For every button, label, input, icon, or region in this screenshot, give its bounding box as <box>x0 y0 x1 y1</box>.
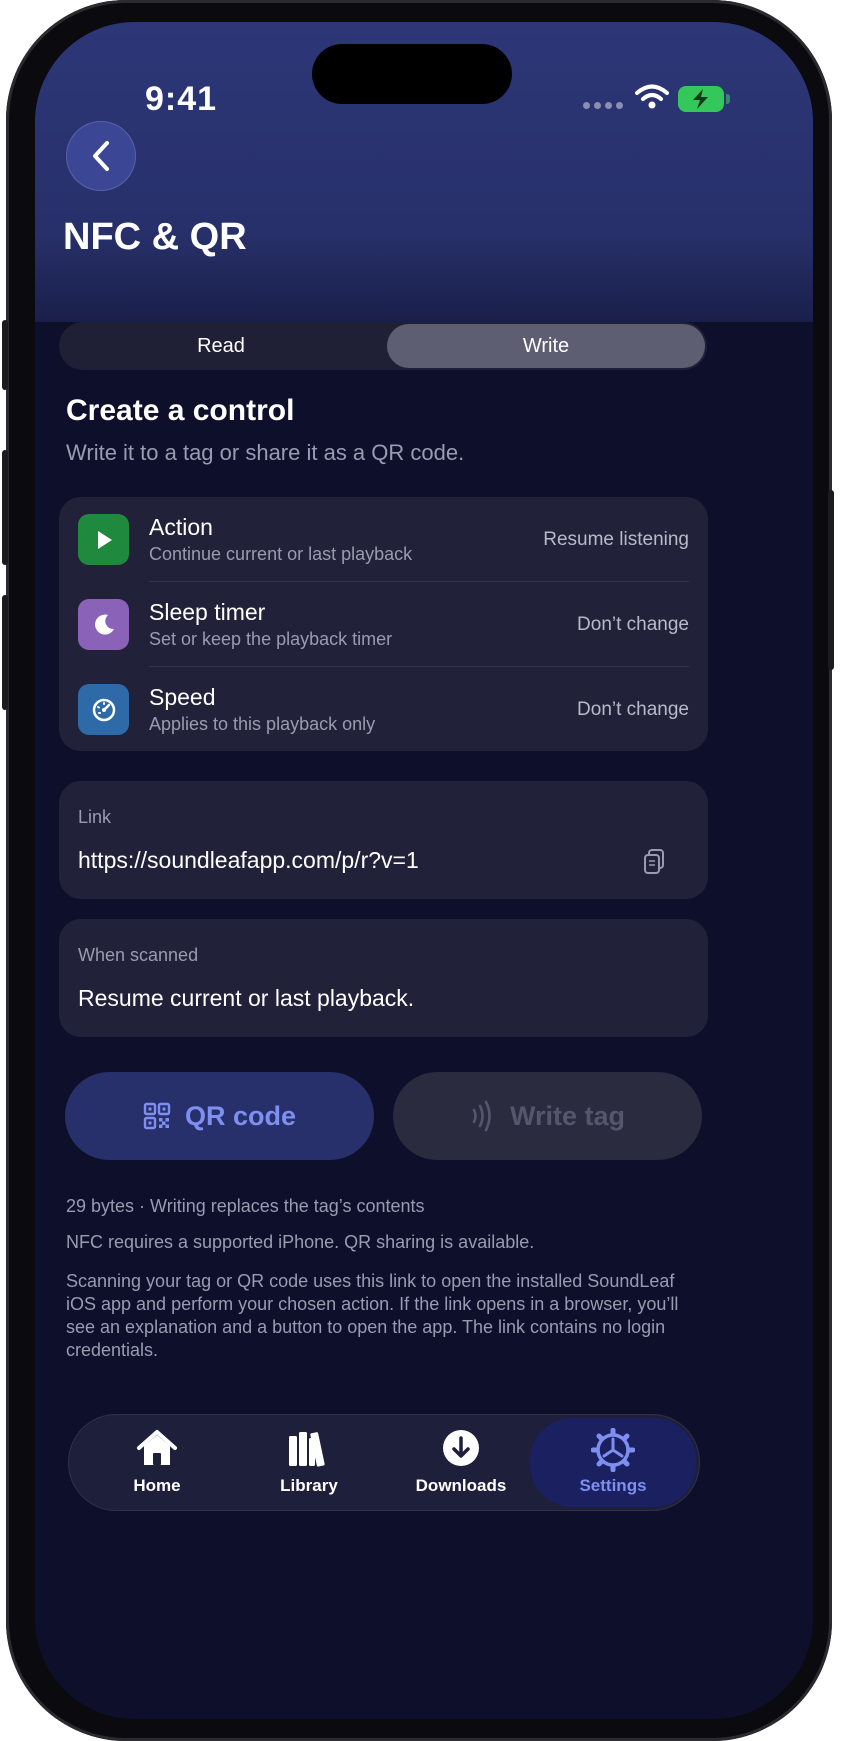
phone-frame: 9:41 NFC & QR Read Write Create a contro… <box>2 0 834 1741</box>
link-label: Link <box>78 807 112 827</box>
nfc-note: NFC requires a supported iPhone. QR shar… <box>66 1232 535 1252</box>
qr-code-button-label: QR code <box>184 1100 297 1131</box>
copy-icon[interactable] <box>640 847 670 877</box>
tab-downloads[interactable]: Downloads <box>382 1414 540 1511</box>
row-title: Sleep timer <box>149 599 266 625</box>
write-tag-button[interactable]: Write tag <box>393 1072 702 1160</box>
mute-switch <box>2 320 8 390</box>
play-icon <box>78 514 129 565</box>
download-icon <box>443 1430 479 1466</box>
tab-label: Settings <box>579 1476 647 1495</box>
read-write-segmented-control: Read Write <box>59 322 707 370</box>
write-tag-button-label: Write tag <box>509 1100 625 1131</box>
tab-label: Library <box>280 1476 338 1495</box>
tab-settings[interactable]: Settings <box>530 1418 696 1507</box>
when-scanned-card: When scanned Resume current or last play… <box>59 919 708 1037</box>
gear-icon <box>591 1428 635 1472</box>
row-title: Action <box>149 514 213 540</box>
wifi-icon <box>635 84 669 109</box>
row-subtitle: Set or keep the playback timer <box>149 629 393 649</box>
speedometer-icon <box>78 684 129 735</box>
sleep-timer-row[interactable]: Sleep timer Set or keep the playback tim… <box>59 582 708 667</box>
volume-up-button <box>2 450 8 565</box>
tab-label: Downloads <box>415 1476 507 1495</box>
bytes-note: 29 bytes · Writing replaces the tag’s co… <box>66 1196 425 1216</box>
screen: 9:41 NFC & QR Read Write Create a contro… <box>35 22 813 1719</box>
row-value: Resume listening <box>543 529 689 550</box>
row-subtitle: Applies to this playback only <box>149 714 376 734</box>
link-value[interactable]: https://soundleafapp.com/p/r?v=1 <box>78 847 419 874</box>
nfc-waves-icon <box>472 1100 491 1132</box>
chevron-left-icon <box>93 141 109 171</box>
tab-label: Home <box>133 1476 181 1495</box>
battery-nub <box>726 94 730 104</box>
tab-home[interactable]: Home <box>78 1414 236 1511</box>
page-title: NFC & QR <box>63 216 247 258</box>
qr-code-button[interactable]: QR code <box>65 1072 374 1160</box>
moon-icon <box>78 599 129 650</box>
section-subtitle: Write it to a tag or share it as a QR co… <box>66 440 465 465</box>
battery-icon <box>678 86 724 112</box>
row-subtitle: Continue current or last playback <box>149 544 413 564</box>
status-bar: 9:41 <box>35 44 813 120</box>
books-icon <box>289 1432 325 1467</box>
when-scanned-label: When scanned <box>78 945 199 965</box>
row-value: Don’t change <box>577 614 689 635</box>
house-icon <box>137 1430 177 1465</box>
tab-bar: Home Library Downloads Settings <box>68 1414 700 1511</box>
action-row[interactable]: Action Continue current or last playback… <box>59 497 708 582</box>
power-button <box>828 490 834 670</box>
row-title: Speed <box>149 684 216 710</box>
row-value: Don’t change <box>577 699 689 720</box>
info-note: Scanning your tag or QR code uses this l… <box>66 1271 679 1360</box>
back-button[interactable] <box>66 121 136 191</box>
qr-code-icon <box>143 1102 171 1130</box>
link-card: Link https://soundleafapp.com/p/r?v=1 <box>59 781 708 899</box>
tab-library[interactable]: Library <box>230 1414 388 1511</box>
volume-down-button <box>2 595 8 710</box>
segment-read[interactable]: Read <box>59 322 383 370</box>
when-scanned-value: Resume current or last playback. <box>78 985 415 1011</box>
speed-row[interactable]: Speed Applies to this playback only Don’… <box>59 667 708 752</box>
segment-write[interactable]: Write <box>387 324 705 368</box>
control-settings-card: Action Continue current or last playback… <box>59 497 708 751</box>
cellular-signal-icon <box>583 102 625 112</box>
section-title: Create a control <box>66 394 295 427</box>
dynamic-island <box>312 44 512 104</box>
status-time: 9:41 <box>145 80 218 118</box>
